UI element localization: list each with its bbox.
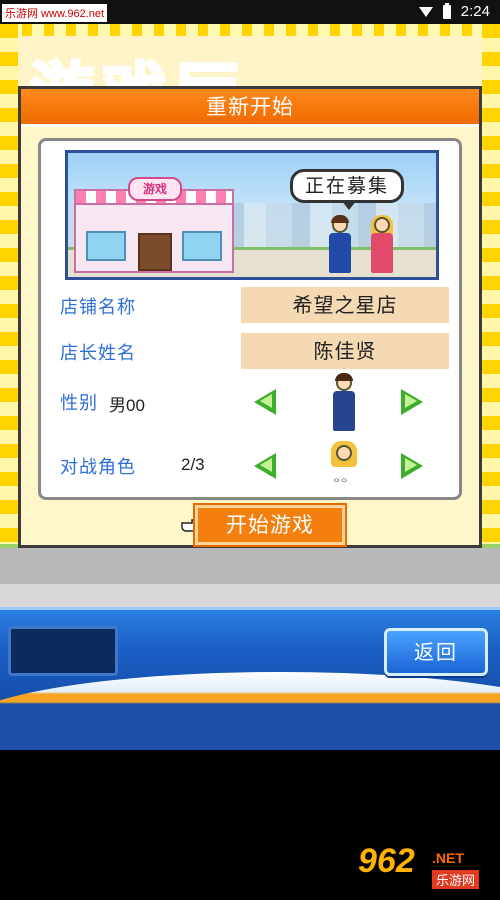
start-game-label: 开始游戏 bbox=[195, 505, 345, 545]
watermark-top: 乐游网 www.962.net bbox=[2, 4, 108, 22]
left-lights bbox=[0, 24, 18, 604]
shop-scene-illustration: 游戏 正在募集 bbox=[65, 150, 439, 280]
start-game-button[interactable]: 开始游戏 bbox=[181, 505, 349, 545]
shop-name-label: 店铺名称 bbox=[60, 297, 136, 318]
restart-dialog: 重新开始 游戏 正在募集 店铺名称 希望之星店 店长姓名 陈佳贤 性别 男00 … bbox=[18, 86, 482, 548]
manager-name-label: 店长姓名 bbox=[60, 343, 136, 364]
watermark-logo-site: 乐游网 bbox=[432, 870, 480, 889]
arcade-shop-building: 游戏 bbox=[74, 177, 234, 273]
watermark-logo-net: .NET bbox=[432, 850, 464, 866]
right-lights bbox=[482, 24, 500, 604]
back-button[interactable]: 返回 bbox=[384, 628, 488, 676]
opponent-prev-arrow-icon[interactable] bbox=[254, 453, 276, 479]
shop-window bbox=[86, 231, 126, 261]
manager-name-row: 店长姓名 陈佳贤 bbox=[41, 333, 459, 373]
gender-row: 性别 男00 bbox=[41, 373, 459, 443]
opponent-label: 对战角色 bbox=[60, 457, 136, 478]
male-staff-sprite bbox=[326, 215, 354, 273]
shop-sign: 游戏 bbox=[128, 177, 182, 201]
letterbox-area: 962 .NET 乐游网 bbox=[0, 750, 500, 900]
gender-value: 男00 bbox=[109, 396, 145, 415]
manager-name-field[interactable]: 陈佳贤 bbox=[241, 333, 449, 369]
shop-window bbox=[182, 231, 222, 261]
speech-bubble: 正在募集 bbox=[289, 169, 404, 210]
shop-name-field[interactable]: 希望之星店 bbox=[241, 287, 449, 323]
wifi-icon bbox=[418, 6, 433, 17]
shop-name-row: 店铺名称 希望之星店 bbox=[41, 287, 459, 327]
female-staff-sprite bbox=[368, 215, 396, 273]
empty-info-box bbox=[8, 626, 118, 676]
opponent-tag: ᄋᄋ bbox=[333, 478, 348, 487]
site-watermark-logo: 962 .NET 乐游网 bbox=[358, 842, 494, 892]
opponent-count: 2/3 bbox=[181, 455, 205, 474]
opponent-row: 对战角色 2/3 ᄋᄋ bbox=[41, 441, 459, 507]
shop-door bbox=[138, 233, 172, 271]
background-road bbox=[0, 544, 500, 584]
status-bar: 乐游网 www.962.net 2:24 bbox=[0, 0, 500, 24]
dialog-title: 重新开始 bbox=[21, 89, 479, 127]
status-icons: 2:24 bbox=[418, 2, 490, 20]
opponent-next-arrow-icon[interactable] bbox=[401, 453, 423, 479]
dialog-content: 游戏 正在募集 店铺名称 希望之星店 店长姓名 陈佳贤 性别 男00 对战角色 … bbox=[38, 138, 462, 500]
marquee-lights bbox=[0, 24, 500, 36]
manager-portrait bbox=[327, 373, 361, 431]
bottom-toolbar: 返回 bbox=[0, 607, 500, 750]
gender-label: 性别 bbox=[60, 393, 98, 414]
gender-prev-arrow-icon[interactable] bbox=[254, 389, 276, 415]
opponent-portrait bbox=[327, 441, 361, 475]
bottom-swoosh bbox=[0, 672, 500, 750]
gender-next-arrow-icon[interactable] bbox=[401, 389, 423, 415]
status-time: 2:24 bbox=[460, 3, 490, 20]
watermark-logo-number: 962 bbox=[358, 842, 415, 880]
battery-icon bbox=[442, 2, 451, 19]
